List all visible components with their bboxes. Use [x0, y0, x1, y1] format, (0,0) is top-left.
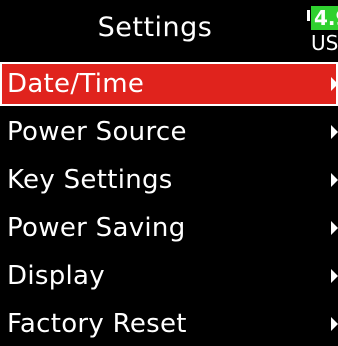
- page-title: Settings: [97, 12, 213, 43]
- menu-item-factory-reset[interactable]: Factory Reset: [0, 302, 338, 346]
- battery-icon: 4.9 USB: [307, 3, 338, 58]
- menu-item-label: Factory Reset: [7, 309, 187, 339]
- menu-item-display[interactable]: Display: [0, 254, 338, 298]
- power-source-label: USB: [311, 31, 338, 55]
- battery-terminal: [307, 10, 310, 21]
- chevron-right-icon: [331, 269, 338, 283]
- menu-item-label: Power Source: [7, 117, 187, 147]
- settings-screen: Settings 4.9 USB Date/Time Power Source …: [0, 0, 338, 339]
- menu-item-label: Key Settings: [7, 165, 173, 195]
- chevron-right-icon: [331, 221, 338, 235]
- header-bar: Settings 4.9 USB: [0, 0, 338, 60]
- menu-item-label: Date/Time: [7, 69, 145, 99]
- chevron-right-icon: [331, 77, 338, 91]
- chevron-right-icon: [331, 173, 338, 187]
- menu-item-power-source[interactable]: Power Source: [0, 110, 338, 154]
- battery-level: 4.9: [311, 6, 338, 30]
- menu-item-key-settings[interactable]: Key Settings: [0, 158, 338, 202]
- menu-item-power-saving[interactable]: Power Saving: [0, 206, 338, 250]
- chevron-right-icon: [331, 317, 338, 331]
- menu-item-label: Power Saving: [7, 213, 186, 243]
- menu-item-date-time[interactable]: Date/Time: [0, 62, 338, 106]
- chevron-right-icon: [331, 125, 338, 139]
- menu-item-label: Display: [7, 261, 105, 291]
